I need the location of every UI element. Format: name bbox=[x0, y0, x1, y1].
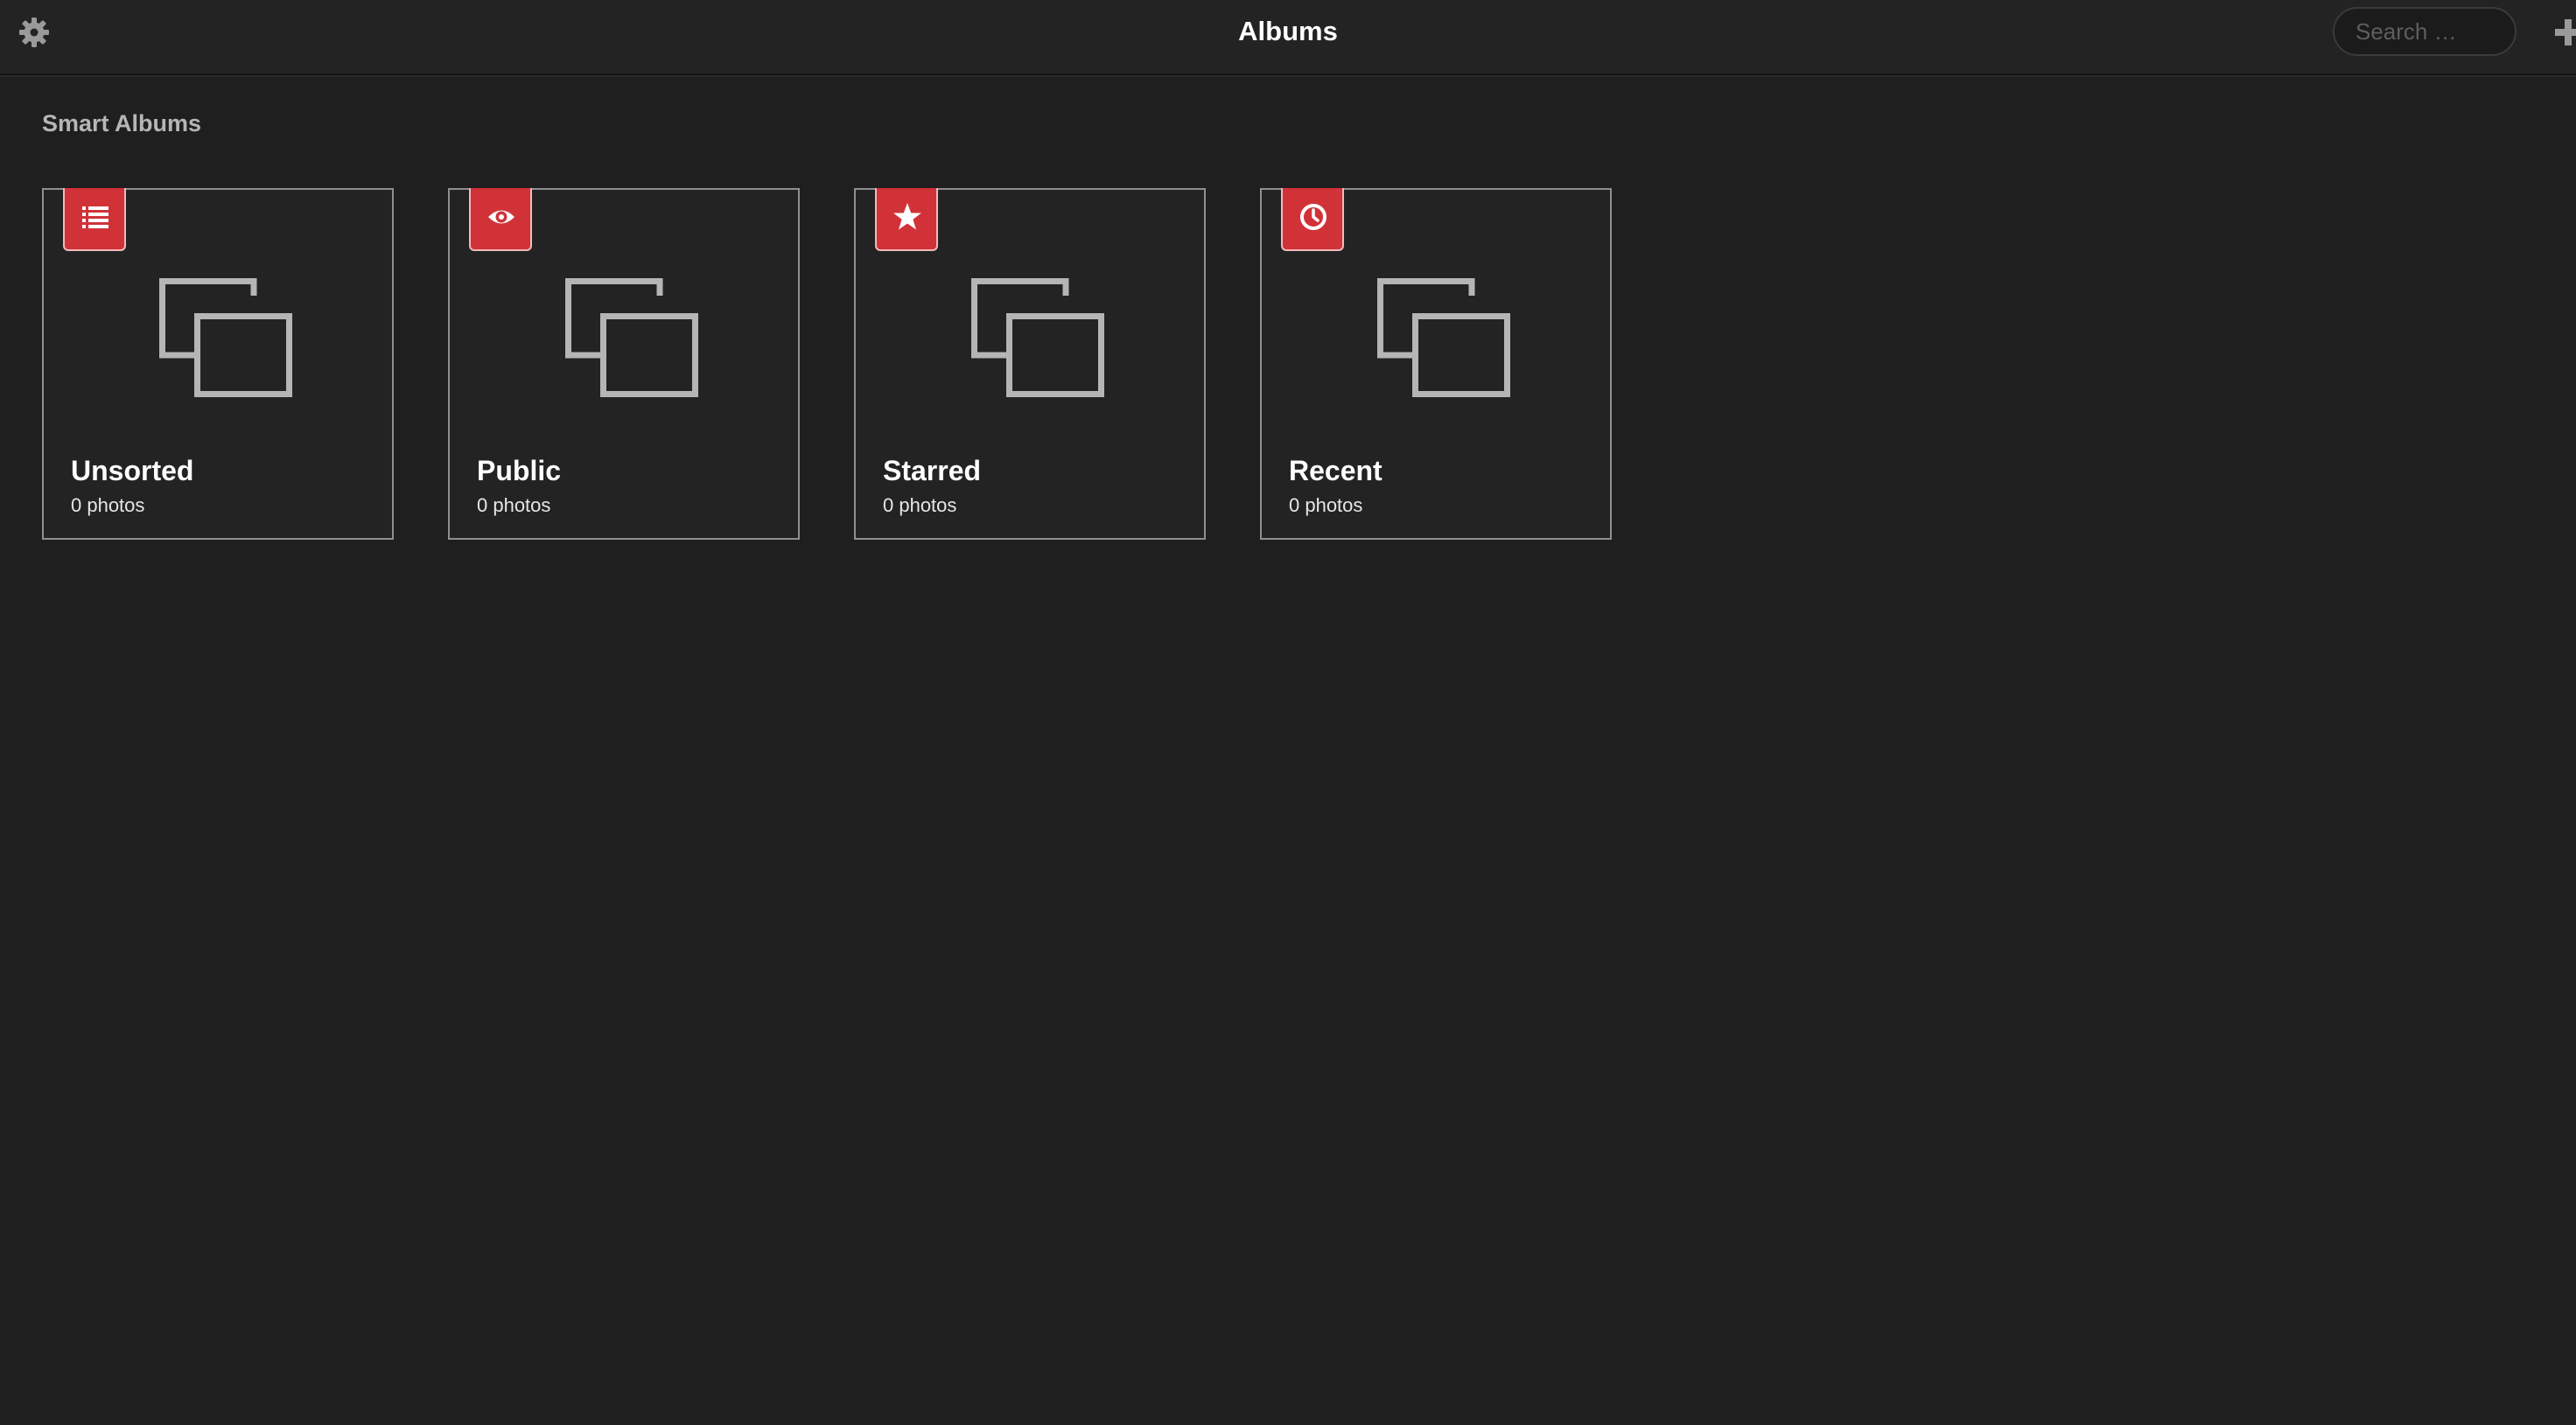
list-icon bbox=[82, 206, 108, 228]
album-photo-count: 0 photos bbox=[1289, 494, 1363, 516]
page-title: Albums bbox=[1238, 16, 1338, 46]
album-placeholder-icon bbox=[1377, 278, 1510, 397]
album-title: Public bbox=[477, 455, 562, 486]
section-title: Smart Albums bbox=[42, 110, 202, 136]
album-photo-count: 0 photos bbox=[71, 494, 145, 516]
album-photo-count: 0 photos bbox=[477, 494, 551, 516]
top-bar: Albums bbox=[0, 0, 2576, 75]
album-title: Recent bbox=[1289, 455, 1382, 486]
album-badge bbox=[875, 188, 938, 251]
album-badge bbox=[469, 188, 532, 251]
eye-icon bbox=[488, 210, 514, 224]
plus-icon bbox=[2555, 19, 2576, 45]
album-badge bbox=[63, 188, 126, 251]
album-title: Starred bbox=[883, 455, 982, 486]
search-input[interactable] bbox=[2333, 7, 2516, 56]
album-recent[interactable]: Recent 0 photos bbox=[1260, 188, 1612, 540]
album-placeholder-icon bbox=[159, 278, 292, 397]
clock-icon bbox=[1300, 204, 1326, 230]
add-button[interactable] bbox=[2553, 17, 2576, 47]
album-title: Unsorted bbox=[71, 455, 194, 486]
star-icon bbox=[893, 203, 921, 230]
album-badge bbox=[1281, 188, 1344, 251]
album-placeholder-icon bbox=[971, 278, 1104, 397]
album-photo-count: 0 photos bbox=[883, 494, 957, 516]
album-public[interactable]: Public 0 photos bbox=[448, 188, 800, 540]
album-starred[interactable]: Starred 0 photos bbox=[854, 188, 1206, 540]
album-unsorted[interactable]: Unsorted 0 photos bbox=[42, 188, 394, 540]
album-placeholder-icon bbox=[565, 278, 698, 397]
